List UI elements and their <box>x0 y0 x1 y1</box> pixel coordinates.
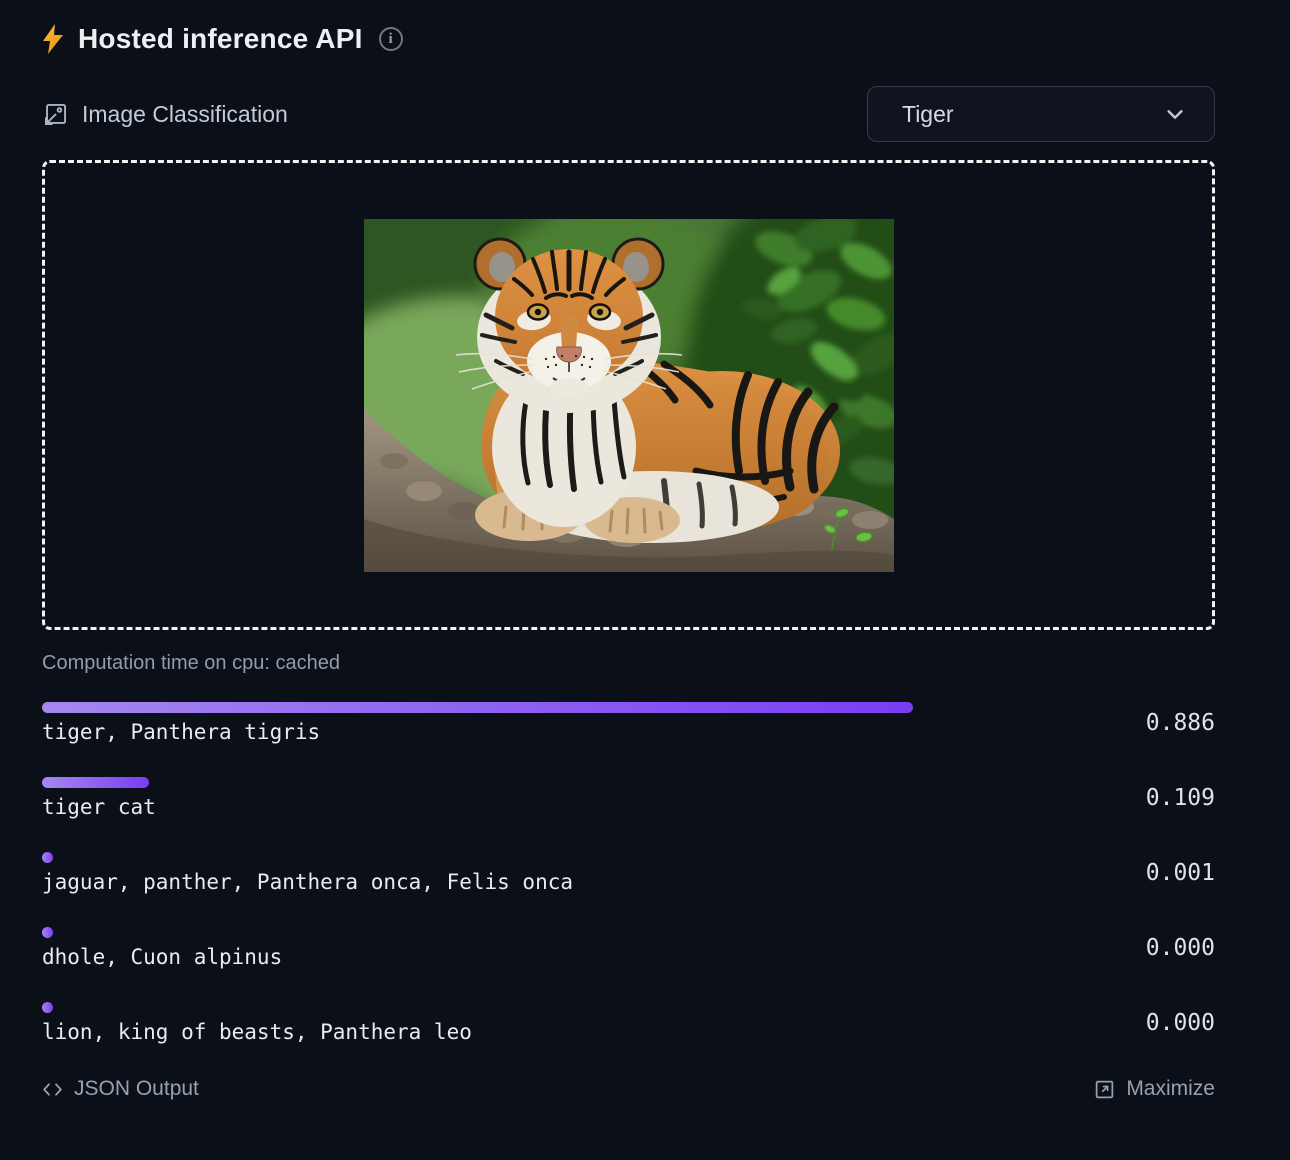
score-value: 0.001 <box>1025 860 1215 886</box>
task-label-group: Image Classification <box>42 101 288 128</box>
score-value: 0.000 <box>1025 935 1215 961</box>
score-bar <box>42 852 53 863</box>
result-row: tiger, Panthera tigris 0.886 <box>42 702 1215 744</box>
class-label: tiger cat <box>42 795 1025 819</box>
widget-header: Hosted inference API i <box>42 18 1215 60</box>
class-label: tiger, Panthera tigris <box>42 720 1025 744</box>
task-row: Image Classification Tiger <box>42 86 1215 142</box>
image-classification-icon <box>42 101 69 128</box>
info-icon[interactable]: i <box>379 27 403 51</box>
classification-results: tiger, Panthera tigris 0.886 tiger cat 0… <box>42 702 1215 1044</box>
score-bar <box>42 777 149 788</box>
score-bar <box>42 702 913 713</box>
result-row: lion, king of beasts, Panthera leo 0.000 <box>42 1002 1215 1044</box>
class-label: jaguar, panther, Panthera onca, Felis on… <box>42 870 1025 894</box>
result-row: tiger cat 0.109 <box>42 777 1215 819</box>
class-label: dhole, Cuon alpinus <box>42 945 1025 969</box>
chevron-down-icon <box>1164 103 1186 125</box>
computation-time: Computation time on cpu: cached <box>42 652 1215 675</box>
lightning-icon <box>42 24 64 54</box>
json-output-label: JSON Output <box>74 1077 199 1101</box>
image-dropzone[interactable] <box>42 160 1215 630</box>
score-value: 0.886 <box>1025 710 1215 736</box>
result-row: jaguar, panther, Panthera onca, Felis on… <box>42 852 1215 894</box>
score-bar <box>42 1002 53 1013</box>
score-value: 0.109 <box>1025 785 1215 811</box>
maximize-icon <box>1094 1079 1115 1100</box>
example-select[interactable]: Tiger <box>867 86 1215 142</box>
hosted-inference-widget: Hosted inference API i Image Classificat… <box>0 0 1290 1101</box>
maximize-button[interactable]: Maximize <box>1094 1077 1215 1101</box>
input-image <box>364 219 894 572</box>
result-row: dhole, Cuon alpinus 0.000 <box>42 927 1215 969</box>
maximize-label: Maximize <box>1126 1077 1215 1101</box>
page-title: Hosted inference API <box>78 23 363 55</box>
widget-footer: JSON Output Maximize <box>42 1077 1215 1101</box>
json-output-button[interactable]: JSON Output <box>42 1077 199 1101</box>
example-select-value: Tiger <box>902 101 954 128</box>
task-label: Image Classification <box>82 101 288 128</box>
score-bar <box>42 927 53 938</box>
score-value: 0.000 <box>1025 1010 1215 1036</box>
code-icon <box>42 1079 63 1100</box>
class-label: lion, king of beasts, Panthera leo <box>42 1020 1025 1044</box>
